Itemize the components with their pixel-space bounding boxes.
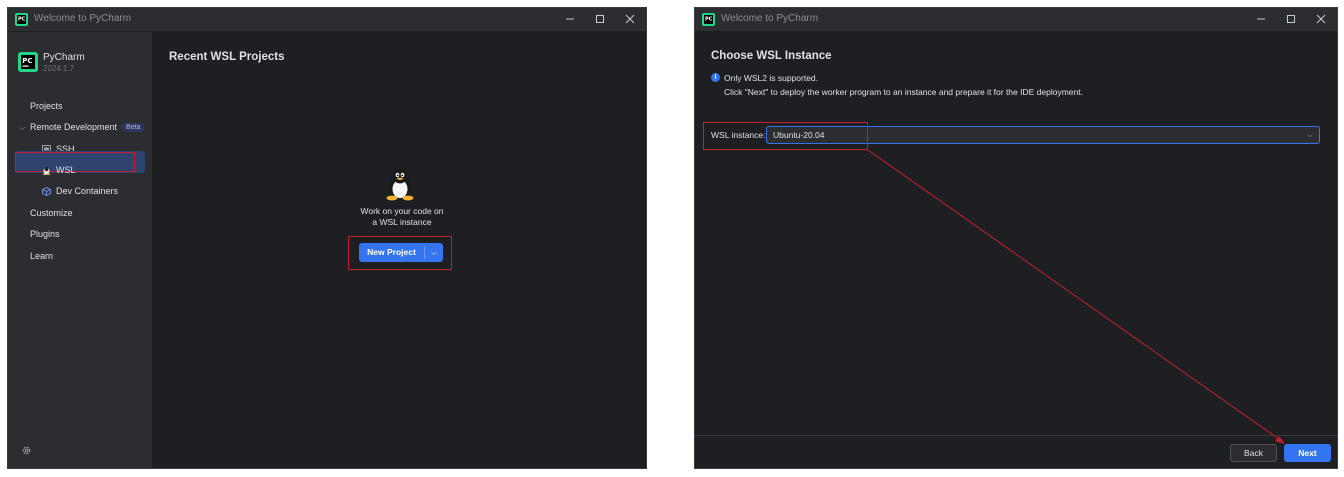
sidebar-item-plugins[interactable]: Plugins: [30, 229, 60, 239]
pycharm-app-icon: PC: [15, 13, 28, 26]
sidebar-item-label: Dev Containers: [56, 186, 119, 196]
container-cube-icon: [42, 186, 51, 196]
new-project-label: New Project: [367, 247, 416, 257]
minimize-icon[interactable]: [555, 10, 585, 29]
svg-text:PC: PC: [18, 17, 26, 23]
empty-state-hint: Work on your code on a WSL instance: [347, 206, 457, 228]
gear-icon[interactable]: [21, 445, 32, 456]
welcome-window-left: PC Welcome to PyCharm PC PyCharm 2024.1.…: [7, 7, 647, 469]
sidebar: PC PyCharm 2024.1.7 Projects ⌵ Remote De…: [8, 32, 152, 468]
hint-line-1: Work on your code on: [360, 206, 444, 216]
page-title: Recent WSL Projects: [169, 51, 285, 63]
annotation-arrow: [867, 149, 1285, 444]
window-title: Welcome to PyCharm: [34, 13, 132, 24]
app-version: 2024.1.7: [43, 64, 75, 73]
sidebar-item-customize[interactable]: Customize: [30, 208, 73, 218]
pycharm-logo-icon: PC: [18, 52, 38, 72]
app-name: PyCharm: [43, 52, 85, 63]
chevron-down-icon[interactable]: ⌵: [425, 243, 443, 262]
maximize-icon[interactable]: [585, 10, 615, 29]
sidebar-item-wsl[interactable]: WSL: [42, 165, 76, 175]
linux-icon: [42, 166, 51, 175]
titlebar: PC Welcome to PyCharm: [8, 8, 646, 32]
sidebar-item-dev-containers[interactable]: Dev Containers: [42, 186, 118, 196]
sidebar-item-learn[interactable]: Learn: [30, 251, 53, 261]
hint-line-2: a WSL instance: [372, 217, 432, 227]
choose-wsl-window-right: PC Welcome to PyCharm Choose WSL Instanc…: [694, 7, 1338, 469]
chevron-down-icon[interactable]: ⌵: [19, 123, 25, 133]
tux-penguin-icon: [386, 168, 414, 201]
main-panel: Recent WSL Projects Work on your code on…: [152, 32, 646, 468]
sidebar-item-remote-development[interactable]: Remote Development Beta: [30, 122, 145, 132]
svg-text:PC: PC: [22, 57, 32, 65]
sidebar-item-label: Remote Development: [30, 122, 118, 132]
sidebar-item-projects[interactable]: Projects: [30, 101, 63, 111]
new-project-button[interactable]: New Project ⌵: [359, 243, 443, 262]
beta-badge: Beta: [122, 122, 145, 132]
sidebar-item-label: WSL: [56, 165, 76, 175]
close-icon[interactable]: [615, 10, 645, 29]
